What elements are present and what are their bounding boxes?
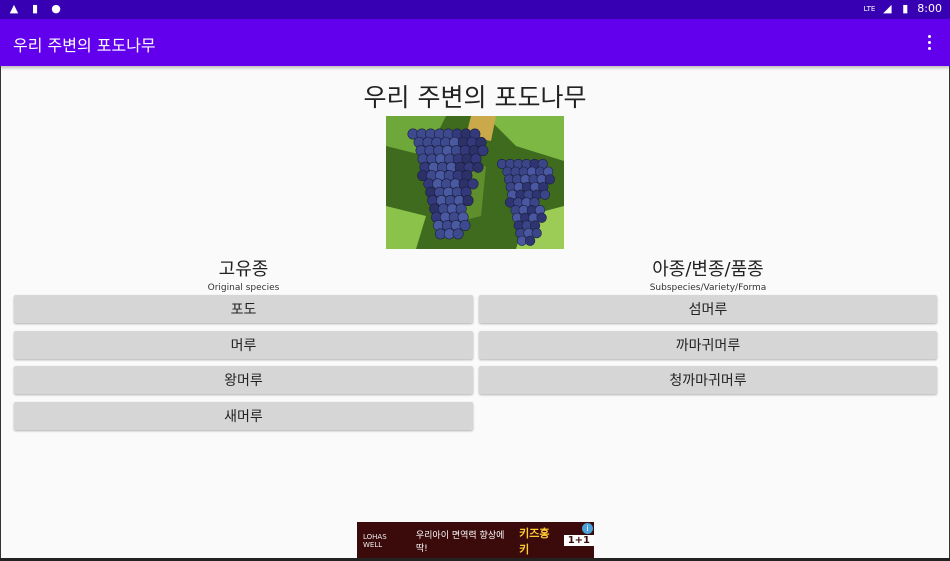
cellular-signal-icon: ◢ <box>883 2 892 15</box>
variety-button-kkamagwimeoru[interactable]: 까마귀머루 <box>479 331 937 359</box>
ad-text: 우리아이 면역력 향상에 딱! <box>415 530 505 554</box>
status-time: 8:00 <box>917 2 942 15</box>
variety-button-seommeoru[interactable]: 섬머루 <box>479 295 937 323</box>
status-right-icons: LTE ◢ ▮ 8:00 <box>864 2 942 15</box>
left-column-subheading: Original species <box>207 283 280 293</box>
grapes-photo <box>386 116 564 249</box>
variety-button-cheongkkamagwimeoru[interactable]: 청까마귀머루 <box>479 366 937 394</box>
right-column-header: 아종/변종/품종 Subspecies/Variety/Forma <box>479 255 937 293</box>
android-icon: ● <box>51 2 61 15</box>
sdcard-icon: ▮ <box>31 2 39 15</box>
status-bar: ▲ ▮ ● LTE ◢ ▮ 8:00 <box>0 0 950 19</box>
frame-left-border <box>0 66 1 561</box>
app-bar: 우리 주변의 포도나무 <box>0 19 950 66</box>
ad-banner[interactable]: LOHAS WELL 우리아이 면역력 향상에 딱! 키즈홍키 1+1 i <box>357 522 594 559</box>
ad-info-icon[interactable]: i <box>582 523 593 534</box>
species-button-wangmeoru[interactable]: 왕머루 <box>14 366 473 394</box>
status-left-icons: ▲ ▮ ● <box>8 2 62 15</box>
ad-logo: LOHAS WELL <box>363 532 387 549</box>
species-button-meoru[interactable]: 머루 <box>14 331 473 359</box>
more-vert-icon[interactable] <box>924 31 934 53</box>
ad-badge: 1+1 <box>563 535 594 546</box>
right-column-heading: 아종/변종/품종 <box>652 259 764 280</box>
species-button-podo[interactable]: 포도 <box>14 295 473 323</box>
species-button-saemeoru[interactable]: 새머루 <box>14 402 473 430</box>
right-column-subheading: Subspecies/Variety/Forma <box>649 283 767 293</box>
ad-highlight: 키즈홍키 <box>519 526 550 556</box>
page-title: 우리 주변의 포도나무 <box>363 83 587 112</box>
app-bar-title: 우리 주변의 포도나무 <box>13 36 156 55</box>
warning-icon: ▲ <box>9 2 19 15</box>
left-column-heading: 고유종 <box>218 259 269 280</box>
left-column-header: 고유종 Original species <box>14 255 473 293</box>
battery-icon: ▮ <box>902 2 909 15</box>
signal-icon: LTE <box>863 4 876 13</box>
